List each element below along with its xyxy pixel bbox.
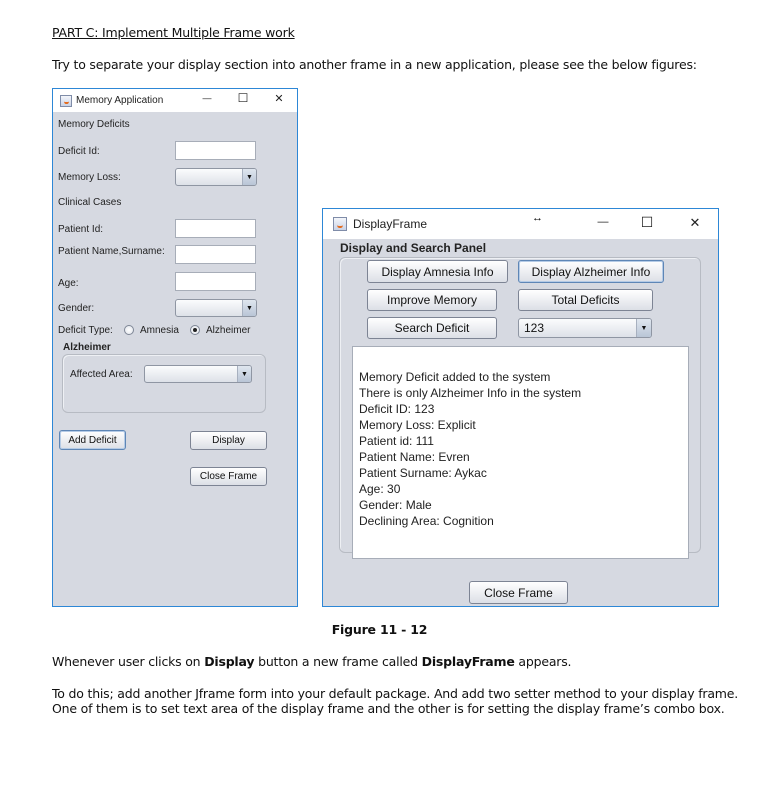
paragraph-display-frame: Whenever user clicks on Display button a… — [52, 654, 572, 669]
section-heading: PART C: Implement Multiple Frame work — [52, 25, 295, 40]
close-icon[interactable]: ✕ — [269, 92, 289, 105]
display-frame-window: DisplayFrame ↔ — ☐ ✕ Display and Search … — [322, 208, 719, 607]
amnesia-radio-label[interactable]: Amnesia — [140, 325, 179, 336]
chevron-down-icon[interactable]: ▼ — [242, 300, 256, 316]
paragraph-bold-display: Display — [204, 654, 255, 669]
paragraph-text: Whenever user clicks on — [52, 654, 205, 669]
patient-name-field[interactable] — [175, 245, 256, 264]
age-field[interactable] — [175, 272, 256, 291]
minimize-icon[interactable]: — — [197, 93, 217, 103]
paragraph-text: appears. — [514, 654, 572, 669]
output-line: Memory Deficit added to the system — [359, 370, 551, 384]
alzheimer-group-title: Alzheimer — [63, 342, 111, 353]
alzheimer-radio[interactable] — [190, 325, 200, 335]
memory-app-title: Memory Application — [76, 95, 164, 106]
paragraph-instructions-line1: To do this; add another Jframe form into… — [52, 686, 739, 701]
gender-label: Gender: — [58, 303, 95, 314]
affected-area-combo[interactable]: ▼ — [144, 365, 252, 383]
search-deficit-combo-value: 123 — [524, 321, 545, 335]
deficit-id-label: Deficit Id: — [58, 146, 100, 157]
age-label: Age: — [58, 278, 79, 289]
java-app-icon — [60, 94, 72, 107]
affected-area-label: Affected Area: — [70, 369, 133, 380]
chevron-down-icon[interactable]: ▼ — [636, 319, 651, 337]
output-line: Age: 30 — [359, 482, 401, 496]
deficit-id-field[interactable] — [175, 141, 256, 160]
intro-text: Try to separate your display section int… — [52, 57, 697, 72]
display-button[interactable]: Display — [190, 431, 267, 450]
total-deficits-button[interactable]: Total Deficits — [518, 289, 653, 311]
output-line: Patient Surname: Aykac — [359, 466, 487, 480]
deficit-type-label: Deficit Type: — [58, 325, 113, 336]
maximize-icon[interactable]: ☐ — [233, 91, 253, 105]
alzheimer-radio-label[interactable]: Alzheimer — [206, 325, 250, 336]
paragraph-instructions-line2: One of them is to set text area of the d… — [52, 701, 725, 716]
paragraph-bold-displayframe: DisplayFrame — [421, 654, 515, 669]
memory-application-window: Memory Application — ☐ ✕ Memory Deficits… — [52, 88, 298, 607]
minimize-icon[interactable]: — — [593, 216, 613, 228]
output-line: Gender: Male — [359, 498, 432, 512]
memory-loss-combo[interactable]: ▼ — [175, 168, 257, 186]
chevron-down-icon[interactable]: ▼ — [237, 366, 251, 382]
output-line: Deficit ID: 123 — [359, 402, 435, 416]
close-frame-button[interactable]: Close Frame — [469, 581, 568, 604]
patient-id-field[interactable] — [175, 219, 256, 238]
display-alzheimer-info-button[interactable]: Display Alzheimer Info — [518, 260, 664, 283]
paragraph-text: button a new frame called — [254, 654, 422, 669]
display-frame-title: DisplayFrame — [353, 217, 428, 231]
java-app-icon — [333, 217, 347, 231]
close-icon[interactable]: ✕ — [685, 215, 705, 231]
memory-loss-label: Memory Loss: — [58, 172, 121, 183]
improve-memory-button[interactable]: Improve Memory — [367, 289, 497, 311]
search-deficit-button[interactable]: Search Deficit — [367, 317, 497, 339]
display-frame-titlebar: DisplayFrame ↔ — ☐ ✕ — [323, 209, 718, 239]
output-line: Memory Loss: Explicit — [359, 418, 476, 432]
search-deficit-combo[interactable]: 123 ▼ — [518, 318, 652, 338]
alzheimer-group-box — [62, 354, 266, 413]
resize-cursor-icon: ↔ — [532, 212, 543, 224]
amnesia-radio[interactable] — [124, 325, 134, 335]
figure-caption: Figure 11 - 12 — [331, 622, 428, 637]
output-line: Patient Name: Evren — [359, 450, 470, 464]
output-line: Declining Area: Cognition — [359, 514, 494, 528]
output-line: Patient id: 111 — [359, 434, 434, 448]
maximize-icon[interactable]: ☐ — [637, 214, 657, 231]
output-text-area[interactable]: Memory Deficit added to the system There… — [352, 346, 689, 559]
memory-deficits-section-label: Memory Deficits — [58, 119, 130, 130]
chevron-down-icon[interactable]: ▼ — [242, 169, 256, 185]
display-amnesia-info-button[interactable]: Display Amnesia Info — [367, 260, 508, 283]
close-frame-button[interactable]: Close Frame — [190, 467, 267, 486]
display-search-panel-title: Display and Search Panel — [340, 241, 487, 255]
gender-combo[interactable]: ▼ — [175, 299, 257, 317]
add-deficit-button[interactable]: Add Deficit — [59, 430, 126, 450]
memory-app-titlebar: Memory Application — ☐ ✕ — [53, 89, 297, 112]
output-line: There is only Alzheimer Info in the syst… — [359, 386, 582, 400]
clinical-cases-section-label: Clinical Cases — [58, 197, 122, 208]
patient-id-label: Patient Id: — [58, 224, 104, 235]
patient-name-label: Patient Name,Surname: — [58, 246, 165, 257]
